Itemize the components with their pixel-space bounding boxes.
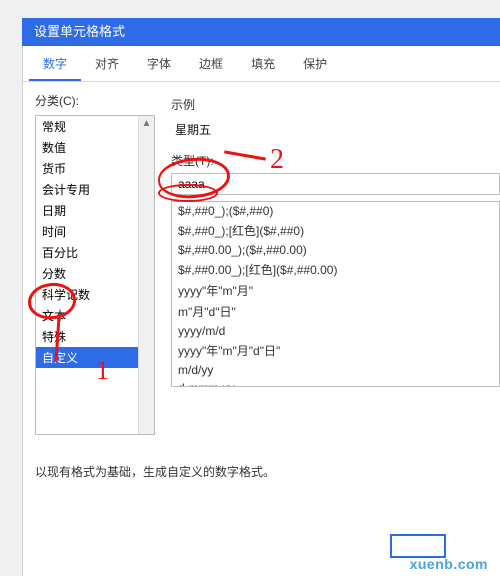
format-item[interactable]: $#,##0.00_);[红色]($#,##0.00)	[172, 259, 499, 280]
category-item[interactable]: 特殊	[36, 326, 154, 347]
hint-text: 以现有格式为基础，生成自定义的数字格式。	[35, 463, 500, 480]
format-item[interactable]: $#,##0.00_);($#,##0.00)	[172, 241, 499, 259]
category-item[interactable]: 百分比	[36, 242, 154, 263]
category-item[interactable]: 常规	[36, 116, 154, 137]
scrollbar[interactable]: ▲	[138, 116, 154, 434]
category-item[interactable]: 文本	[36, 305, 154, 326]
format-item[interactable]: m/d/yy	[172, 361, 499, 379]
dialog-body: 数字对齐字体边框填充保护 分类(C): 常规数值货币会计专用日期时间百分比分数科…	[22, 46, 500, 576]
tab-4[interactable]: 填充	[237, 46, 289, 81]
category-item[interactable]: 自定义	[36, 347, 154, 368]
scroll-up-icon[interactable]: ▲	[139, 116, 154, 132]
left-pane: 分类(C): 常规数值货币会计专用日期时间百分比分数科学记数文本特殊自定义 ▲	[35, 92, 155, 435]
category-item[interactable]: 会计专用	[36, 179, 154, 200]
type-label: 类型(T):	[171, 152, 500, 169]
tab-5[interactable]: 保护	[289, 46, 341, 81]
right-pane: 示例 星期五 类型(T): $#,##0_);($#,##0)$#,##0_);…	[155, 92, 500, 435]
dialog-title: 设置单元格格式	[34, 24, 125, 39]
tab-3[interactable]: 边框	[185, 46, 237, 81]
tab-2[interactable]: 字体	[133, 46, 185, 81]
tabs: 数字对齐字体边框填充保护	[23, 46, 500, 82]
ok-button[interactable]	[390, 534, 446, 558]
button-bar	[390, 534, 446, 558]
category-item[interactable]: 货币	[36, 158, 154, 179]
format-item[interactable]: $#,##0_);[红色]($#,##0)	[172, 220, 499, 241]
example-value: 星期五	[175, 121, 500, 138]
category-item[interactable]: 数值	[36, 137, 154, 158]
format-item[interactable]: yyyy/m/d	[172, 322, 499, 340]
category-item[interactable]: 分数	[36, 263, 154, 284]
category-item[interactable]: 日期	[36, 200, 154, 221]
format-item[interactable]: yyyy"年"m"月"	[172, 280, 499, 301]
format-item[interactable]: d-mmm-yy	[172, 379, 499, 387]
tab-0[interactable]: 数字	[29, 46, 81, 81]
category-item[interactable]: 科学记数	[36, 284, 154, 305]
watermark: xuenb.com	[410, 556, 488, 572]
category-item[interactable]: 时间	[36, 221, 154, 242]
format-item[interactable]: m"月"d"日"	[172, 301, 499, 322]
format-item[interactable]: yyyy"年"m"月"d"日"	[172, 340, 499, 361]
tab-1[interactable]: 对齐	[81, 46, 133, 81]
format-item[interactable]: $#,##0_);($#,##0)	[172, 202, 499, 220]
category-list[interactable]: 常规数值货币会计专用日期时间百分比分数科学记数文本特殊自定义 ▲	[35, 115, 155, 435]
type-input[interactable]	[171, 173, 500, 195]
dialog-titlebar: 设置单元格格式	[22, 18, 500, 46]
example-label: 示例	[171, 96, 500, 113]
category-label: 分类(C):	[35, 92, 155, 109]
content: 分类(C): 常规数值货币会计专用日期时间百分比分数科学记数文本特殊自定义 ▲ …	[23, 82, 500, 435]
format-list[interactable]: $#,##0_);($#,##0)$#,##0_);[红色]($#,##0)$#…	[171, 201, 500, 387]
